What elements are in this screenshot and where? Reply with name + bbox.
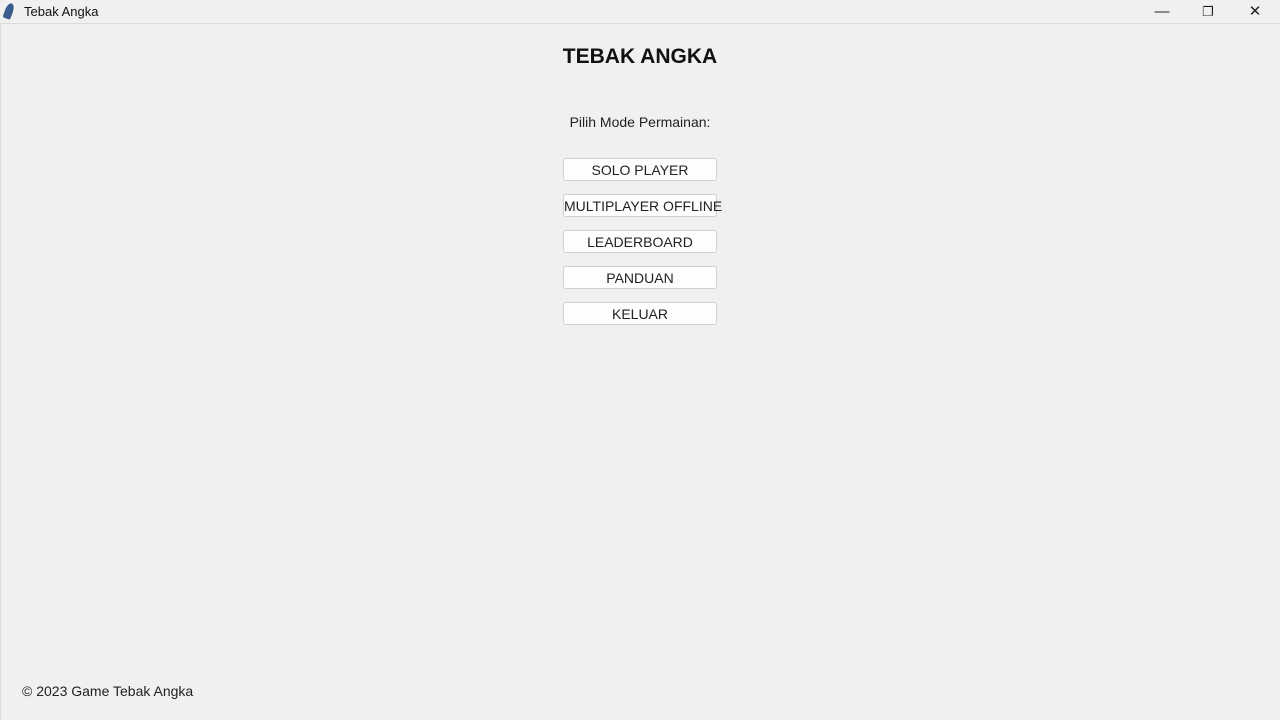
maximize-button[interactable]: ❐ <box>1185 0 1231 23</box>
minimize-button[interactable]: — <box>1139 0 1185 23</box>
window-title: Tebak Angka <box>24 4 99 19</box>
multiplayer-offline-button[interactable]: MULTIPLAYER OFFLINE <box>563 194 722 217</box>
close-button[interactable]: ✕ <box>1232 0 1278 23</box>
mode-label: Pilih Mode Permainan: <box>569 114 711 130</box>
feather-icon <box>2 2 16 20</box>
leaderboard-button[interactable]: LEADERBOARD <box>563 230 717 253</box>
guide-button[interactable]: PANDUAN <box>563 266 717 289</box>
title-bar: Tebak Angka — ❐ ✕ <box>0 0 1280 24</box>
solo-player-button[interactable]: SOLO PLAYER <box>563 158 717 181</box>
page-title: TEBAK ANGKA <box>562 45 718 68</box>
copyright-footer: © 2023 Game Tebak Angka <box>22 683 194 699</box>
exit-button[interactable]: KELUAR <box>563 302 717 325</box>
